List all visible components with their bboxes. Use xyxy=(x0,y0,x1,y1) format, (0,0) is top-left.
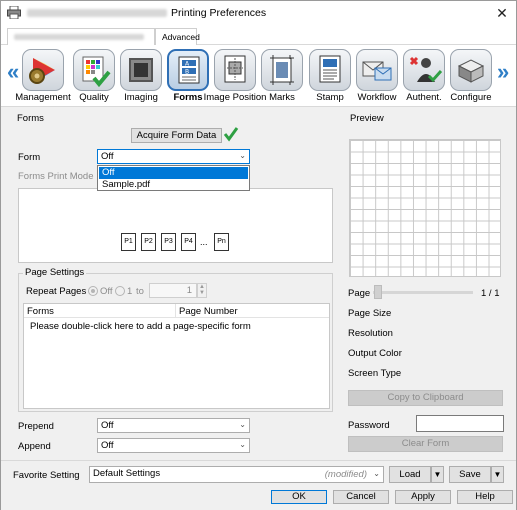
feature-toolbar: « Management Quality Imaging A B Forms I… xyxy=(1,45,516,107)
forms-print-mode-label: Forms Print Mode xyxy=(18,171,94,182)
page-forms-table[interactable]: Forms Page Number Please double-click he… xyxy=(23,303,330,409)
repeat-to-label: to xyxy=(136,286,144,297)
scroll-left-icon[interactable]: « xyxy=(7,59,19,85)
output-color-label: Output Color xyxy=(348,348,402,359)
imaging-icon xyxy=(129,58,153,82)
window-title: Printing Preferences xyxy=(171,7,267,19)
save-button[interactable]: Save xyxy=(449,466,491,483)
page-count: 1 / 1 xyxy=(481,288,500,299)
page-size-label: Page Size xyxy=(348,308,392,319)
title-bar: Printing Preferences ✕ xyxy=(1,1,516,25)
append-value: Off xyxy=(101,440,114,451)
page-sequence: P1 P2 P3 P4 ... Pn xyxy=(121,233,241,253)
prepend-label: Prepend xyxy=(18,421,54,432)
repeat-off-label: Off xyxy=(100,286,113,297)
tab-strip: Advanced xyxy=(1,25,516,45)
authentication-icon xyxy=(409,56,443,83)
append-label: Append xyxy=(18,441,51,452)
forms-icon: A B xyxy=(178,56,200,84)
chevron-down-icon: ⌄ xyxy=(239,151,246,160)
form-dropdown-list: Off Sample.pdf xyxy=(97,165,250,191)
workflow-icon xyxy=(362,61,392,81)
append-select[interactable]: Off ⌄ xyxy=(97,438,250,453)
svg-text:B: B xyxy=(185,69,189,76)
password-input[interactable] xyxy=(416,415,504,432)
prepend-select[interactable]: Off ⌄ xyxy=(97,418,250,433)
table-hint: Please double-click here to add a page-s… xyxy=(30,321,251,332)
stamp-icon xyxy=(319,55,341,83)
preview-grid xyxy=(349,139,501,277)
chevron-down-icon: ⌄ xyxy=(373,469,380,478)
printer-icon xyxy=(7,6,21,19)
cancel-button[interactable]: Cancel xyxy=(333,490,389,504)
repeat-range-radio[interactable] xyxy=(115,286,125,296)
repeat-to-input[interactable]: 1 xyxy=(149,283,197,298)
prepend-value: Off xyxy=(101,420,114,431)
tab-printer[interactable] xyxy=(7,28,155,45)
toolbar-configure[interactable]: Configure xyxy=(448,49,494,105)
favorite-setting-value: Default Settings xyxy=(93,468,161,479)
save-menu-button[interactable]: ▼ xyxy=(491,466,504,483)
quality-icon xyxy=(82,56,111,88)
form-option-off[interactable]: Off xyxy=(99,167,248,179)
management-icon xyxy=(29,58,55,84)
form-select[interactable]: Off ⌄ xyxy=(97,149,250,164)
page-slider-track xyxy=(373,291,473,294)
apply-button[interactable]: Apply xyxy=(395,490,451,504)
marks-icon xyxy=(270,55,294,85)
page-icon: P1 xyxy=(121,233,136,251)
column-divider xyxy=(175,304,176,318)
favorite-modified-indicator: (modified) xyxy=(324,469,367,480)
forms-group-title: Forms xyxy=(15,113,46,124)
check-icon xyxy=(223,127,239,142)
image-position-icon xyxy=(224,55,246,83)
clear-form-button[interactable]: Clear Form xyxy=(348,436,503,452)
copy-to-clipboard-button[interactable]: Copy to Clipboard xyxy=(348,390,503,406)
chevron-down-icon: ⌄ xyxy=(239,420,246,429)
repeat-to-spinner[interactable]: ▲ ▼ xyxy=(197,283,207,298)
forms-preview-area: P1 P2 P3 P4 ... Pn xyxy=(18,188,333,263)
redacted-tab-label xyxy=(14,34,144,40)
favorite-setting-label: Favorite Setting xyxy=(13,470,80,481)
password-label: Password xyxy=(348,420,390,431)
resolution-label: Resolution xyxy=(348,328,393,339)
table-header: Forms Page Number xyxy=(24,304,329,318)
close-window-button[interactable]: ✕ xyxy=(490,2,514,24)
ok-button[interactable]: OK xyxy=(271,490,327,504)
screening-label: Screen Type xyxy=(348,368,402,379)
column-header-page-number: Page Number xyxy=(179,306,238,317)
form-label: Form xyxy=(18,152,41,163)
column-header-forms: Forms xyxy=(27,306,54,317)
page-icon: P2 xyxy=(141,233,156,251)
redacted-printer-name xyxy=(27,9,167,17)
page-slider-thumb[interactable] xyxy=(374,285,382,299)
repeat-pages-label: Repeat Pages xyxy=(26,286,87,297)
page-label: Page xyxy=(348,288,371,299)
repeat-off-radio[interactable] xyxy=(88,286,98,296)
page-icon: Pn xyxy=(214,233,229,251)
load-button[interactable]: Load xyxy=(389,466,431,483)
form-option-sample-pdf[interactable]: Sample.pdf xyxy=(99,179,248,191)
configure-icon xyxy=(457,59,485,83)
printing-preferences-window: Printing Preferences ✕ Advanced « Manage… xyxy=(0,0,517,510)
repeat-from-label: 1 xyxy=(127,286,133,297)
toolbar-label: Configure xyxy=(450,92,492,103)
form-select-value: Off xyxy=(101,151,114,162)
ellipsis: ... xyxy=(200,237,208,247)
scroll-right-icon[interactable]: » xyxy=(497,59,509,85)
radio-dot xyxy=(91,289,95,293)
favorite-setting-select[interactable]: Default Settings (modified) ⌄ xyxy=(89,466,384,483)
page-icon: P3 xyxy=(161,233,176,251)
page-icon: P4 xyxy=(181,233,196,251)
preview-title: Preview xyxy=(348,113,386,124)
tab-advanced[interactable]: Advanced xyxy=(155,28,200,45)
repeat-to-value: 1 xyxy=(186,285,192,296)
chevron-down-icon: ⌄ xyxy=(239,440,246,449)
page-settings-title: Page Settings xyxy=(23,267,87,278)
acquire-form-data-button[interactable]: Acquire Form Data xyxy=(131,128,222,143)
load-menu-button[interactable]: ▼ xyxy=(431,466,444,483)
help-button[interactable]: Help xyxy=(457,490,513,504)
